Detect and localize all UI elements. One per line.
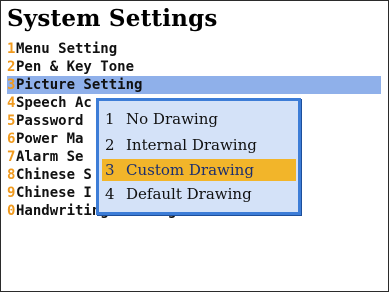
item-number: 4 [7,95,16,111]
item-label: Password [16,113,84,129]
picture-setting-popup: 1 No Drawing 2 Internal Drawing 3 Custom Dr… [96,98,301,215]
item-label: Menu Setting [16,41,118,57]
item-label: Pen & Key Tone [16,59,135,75]
item-number: 2 [7,59,16,75]
item-label: Alarm Se [16,149,84,165]
menu-item-menu-setting[interactable]: 1Menu Setting [7,40,381,58]
item-number: 3 [7,77,16,93]
popup-option-internal-drawing[interactable]: 2 Internal Drawing [102,134,296,156]
option-number: 2 [105,136,115,154]
page-title: System Settings [7,5,218,32]
option-number: 1 [105,110,115,128]
menu-item-picture-setting[interactable]: 3Picture Setting [7,76,381,94]
option-label: Default Drawing [126,185,252,203]
item-label: Speech Ac [16,95,92,111]
item-label: Picture Setting [16,77,143,93]
option-number: 3 [105,161,115,179]
item-label: Power Ma [16,131,84,147]
item-number: 0 [7,203,16,219]
option-label: Internal Drawing [126,136,257,154]
popup-option-default-drawing[interactable]: 4 Default Drawing [102,183,296,205]
item-number: 8 [7,167,16,183]
popup-option-no-drawing[interactable]: 1 No Drawing [102,108,296,130]
option-number: 4 [105,185,115,203]
option-label: No Drawing [126,110,218,128]
settings-screen: System Settings 1Menu Setting 2Pen & Key… [0,0,389,292]
item-number: 5 [7,113,16,129]
item-label: Chinese I [16,185,92,201]
option-label: Custom Drawing [126,161,254,179]
item-label: Chinese S [16,167,92,183]
popup-option-custom-drawing[interactable]: 3 Custom Drawing [102,159,296,181]
item-number: 9 [7,185,16,201]
item-number: 1 [7,41,16,57]
item-number: 7 [7,149,16,165]
item-number: 6 [7,131,16,147]
menu-item-pen-key-tone[interactable]: 2Pen & Key Tone [7,58,381,76]
